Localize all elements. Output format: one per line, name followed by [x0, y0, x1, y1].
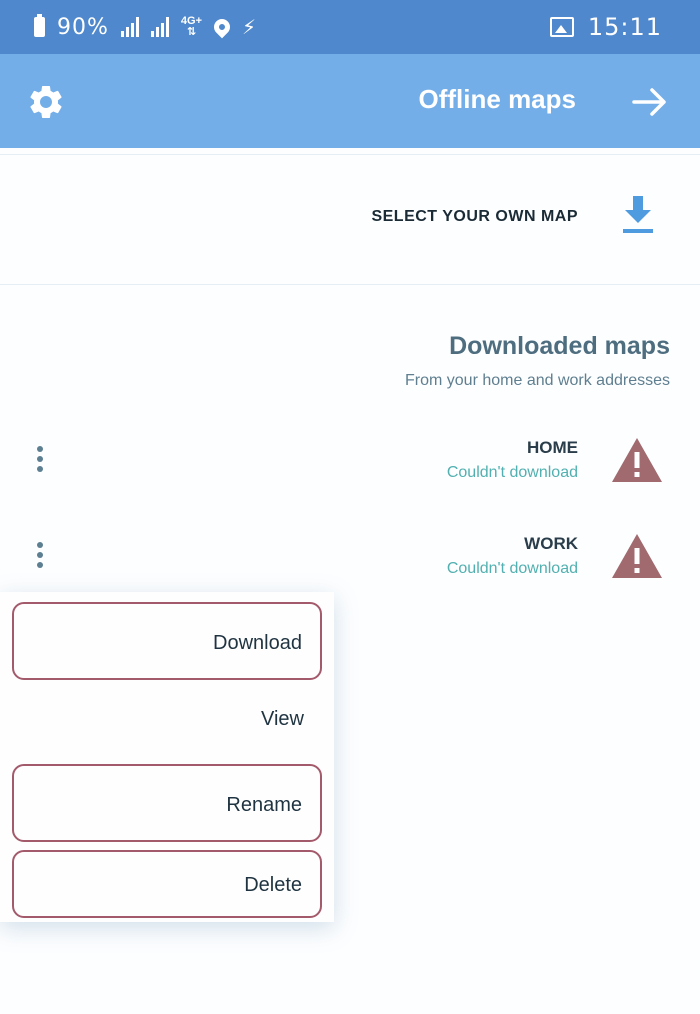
settings-button[interactable] [26, 82, 66, 122]
menu-item-view[interactable]: View [12, 680, 322, 758]
clock: 15:11 [587, 13, 662, 41]
menu-item-delete[interactable]: Delete [12, 850, 322, 918]
select-own-map-row[interactable]: SELECT YOUR OWN MAP [0, 160, 700, 285]
more-options-button[interactable] [28, 542, 52, 576]
image-notification-icon [549, 17, 574, 37]
menu-item-download[interactable]: Download [12, 602, 322, 680]
more-options-button[interactable] [28, 446, 52, 480]
status-bar: 90% 4G+ ⇅ ⚡ 15:11 [0, 0, 700, 54]
location-icon [210, 15, 234, 39]
download-icon [623, 196, 653, 233]
network-type-icon: 4G+ ⇅ [181, 16, 202, 38]
gear-icon [30, 86, 62, 118]
signal-strength-icon [120, 17, 139, 37]
status-right: 15:11 [549, 12, 662, 42]
data-arrows-icon: ⇅ [186, 26, 197, 38]
status-left: 90% 4G+ ⇅ ⚡ [34, 12, 256, 42]
map-item-work[interactable]: WORK Couldn't download [0, 528, 700, 598]
divider [0, 154, 700, 155]
section-title: Downloaded maps [449, 332, 670, 360]
app-bar: Offline maps [0, 54, 700, 148]
signal-strength-icon-2 [150, 17, 169, 37]
more-vert-icon [28, 446, 52, 472]
menu-item-rename[interactable]: Rename [12, 764, 322, 842]
more-vert-icon [28, 542, 52, 568]
warning-icon [612, 534, 662, 578]
popup-menu: Download View Rename Delete [0, 592, 334, 922]
battery-percentage: 90% [57, 14, 109, 40]
map-status: Couldn't download [446, 560, 578, 577]
battery-icon [34, 14, 45, 37]
map-name: WORK [524, 534, 578, 553]
arrow-right-icon [632, 88, 666, 116]
back-button[interactable] [630, 84, 670, 120]
map-item-home[interactable]: HOME Couldn't download [0, 432, 700, 502]
map-name: HOME [527, 438, 578, 457]
map-status: Couldn't download [446, 464, 578, 481]
section-subtitle: From your home and work addresses [405, 372, 670, 389]
sync-off-icon: ⚡ [242, 16, 257, 39]
page-title: Offline maps [418, 84, 576, 114]
select-own-map-label: SELECT YOUR OWN MAP [371, 208, 578, 225]
warning-icon [612, 438, 662, 482]
